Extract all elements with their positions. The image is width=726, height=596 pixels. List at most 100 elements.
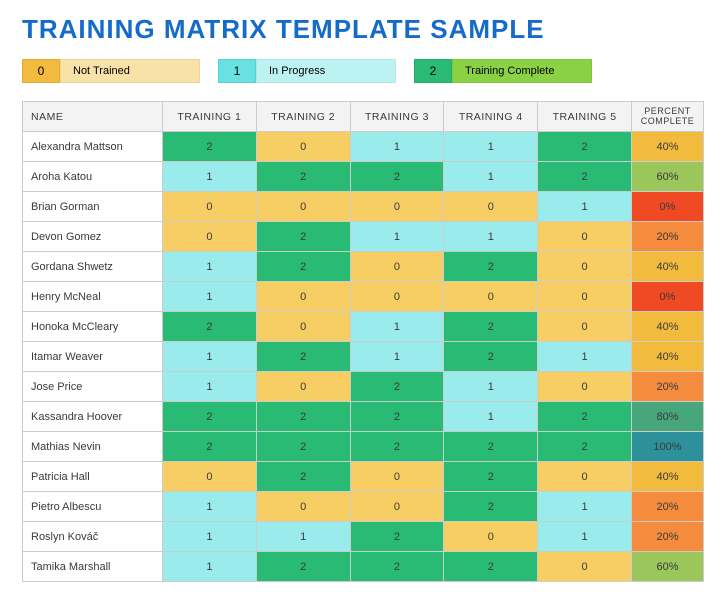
cell-training: 2 (350, 402, 444, 432)
cell-training: 0 (350, 462, 444, 492)
cell-training: 0 (444, 282, 538, 312)
table-row: Henry McNeal100000% (23, 282, 704, 312)
cell-training: 0 (538, 312, 632, 342)
table-header-row: NAME TRAINING 1 TRAINING 2 TRAINING 3 TR… (23, 102, 704, 132)
cell-training: 2 (444, 312, 538, 342)
cell-training: 1 (538, 192, 632, 222)
cell-training: 1 (163, 372, 257, 402)
cell-percent: 20% (632, 372, 704, 402)
cell-training: 0 (350, 282, 444, 312)
col-training-5: TRAINING 5 (538, 102, 632, 132)
cell-training: 2 (256, 462, 350, 492)
cell-percent: 80% (632, 402, 704, 432)
legend: 0 Not Trained 1 In Progress 2 Training C… (22, 59, 704, 83)
col-training-1: TRAINING 1 (163, 102, 257, 132)
cell-percent: 100% (632, 432, 704, 462)
cell-training: 0 (538, 252, 632, 282)
table-row: Patricia Hall0202040% (23, 462, 704, 492)
table-row: Kassandra Hoover2221280% (23, 402, 704, 432)
cell-name: Jose Price (23, 372, 163, 402)
cell-training: 0 (538, 462, 632, 492)
cell-training: 2 (256, 342, 350, 372)
cell-percent: 0% (632, 282, 704, 312)
table-row: Mathias Nevin22222100% (23, 432, 704, 462)
table-row: Brian Gorman000010% (23, 192, 704, 222)
cell-training: 2 (538, 432, 632, 462)
table-row: Jose Price1021020% (23, 372, 704, 402)
col-name: NAME (23, 102, 163, 132)
cell-training: 2 (538, 132, 632, 162)
cell-name: Kassandra Hoover (23, 402, 163, 432)
cell-training: 2 (256, 162, 350, 192)
cell-training: 1 (444, 222, 538, 252)
page-title: TRAINING MATRIX TEMPLATE SAMPLE (22, 14, 704, 45)
cell-name: Mathias Nevin (23, 432, 163, 462)
cell-training: 0 (350, 192, 444, 222)
cell-training: 0 (256, 372, 350, 402)
table-row: Pietro Albescu1002120% (23, 492, 704, 522)
cell-training: 2 (350, 162, 444, 192)
cell-training: 1 (163, 522, 257, 552)
cell-training: 1 (444, 402, 538, 432)
cell-training: 2 (350, 372, 444, 402)
cell-training: 2 (444, 342, 538, 372)
col-percent: PERCENT COMPLETE (632, 102, 704, 132)
cell-training: 1 (163, 342, 257, 372)
cell-training: 0 (163, 192, 257, 222)
cell-training: 0 (444, 192, 538, 222)
cell-training: 0 (256, 312, 350, 342)
cell-percent: 0% (632, 192, 704, 222)
cell-training: 1 (350, 132, 444, 162)
cell-training: 2 (444, 462, 538, 492)
table-row: Alexandra Mattson2011240% (23, 132, 704, 162)
cell-percent: 20% (632, 222, 704, 252)
cell-name: Aroha Katou (23, 162, 163, 192)
cell-training: 0 (538, 282, 632, 312)
cell-training: 1 (350, 222, 444, 252)
cell-training: 1 (256, 522, 350, 552)
table-row: Roslyn Kováč1120120% (23, 522, 704, 552)
cell-training: 2 (256, 402, 350, 432)
cell-percent: 40% (632, 312, 704, 342)
cell-training: 1 (163, 282, 257, 312)
cell-training: 2 (538, 162, 632, 192)
legend-label: In Progress (256, 59, 396, 83)
cell-name: Honoka McCleary (23, 312, 163, 342)
legend-item-in-progress: 1 In Progress (218, 59, 396, 83)
cell-training: 2 (350, 522, 444, 552)
legend-swatch: 0 (22, 59, 60, 83)
cell-name: Itamar Weaver (23, 342, 163, 372)
cell-training: 0 (256, 492, 350, 522)
cell-percent: 40% (632, 462, 704, 492)
cell-training: 1 (444, 372, 538, 402)
cell-percent: 60% (632, 162, 704, 192)
training-matrix-table: NAME TRAINING 1 TRAINING 2 TRAINING 3 TR… (22, 101, 704, 582)
cell-training: 1 (538, 522, 632, 552)
cell-training: 0 (350, 492, 444, 522)
cell-training: 2 (163, 402, 257, 432)
table-row: Devon Gomez0211020% (23, 222, 704, 252)
cell-training: 0 (256, 132, 350, 162)
cell-percent: 20% (632, 522, 704, 552)
cell-training: 0 (444, 522, 538, 552)
legend-swatch: 2 (414, 59, 452, 83)
cell-training: 1 (538, 492, 632, 522)
table-row: Honoka McCleary2012040% (23, 312, 704, 342)
cell-training: 2 (444, 492, 538, 522)
cell-training: 1 (350, 312, 444, 342)
cell-name: Pietro Albescu (23, 492, 163, 522)
cell-name: Gordana Shwetz (23, 252, 163, 282)
table-row: Aroha Katou1221260% (23, 162, 704, 192)
cell-training: 2 (444, 252, 538, 282)
cell-percent: 40% (632, 132, 704, 162)
cell-name: Roslyn Kováč (23, 522, 163, 552)
cell-training: 2 (163, 132, 257, 162)
legend-swatch: 1 (218, 59, 256, 83)
col-training-4: TRAINING 4 (444, 102, 538, 132)
cell-name: Alexandra Mattson (23, 132, 163, 162)
cell-training: 2 (444, 432, 538, 462)
legend-item-complete: 2 Training Complete (414, 59, 592, 83)
cell-training: 2 (256, 222, 350, 252)
cell-name: Patricia Hall (23, 462, 163, 492)
cell-training: 2 (256, 432, 350, 462)
